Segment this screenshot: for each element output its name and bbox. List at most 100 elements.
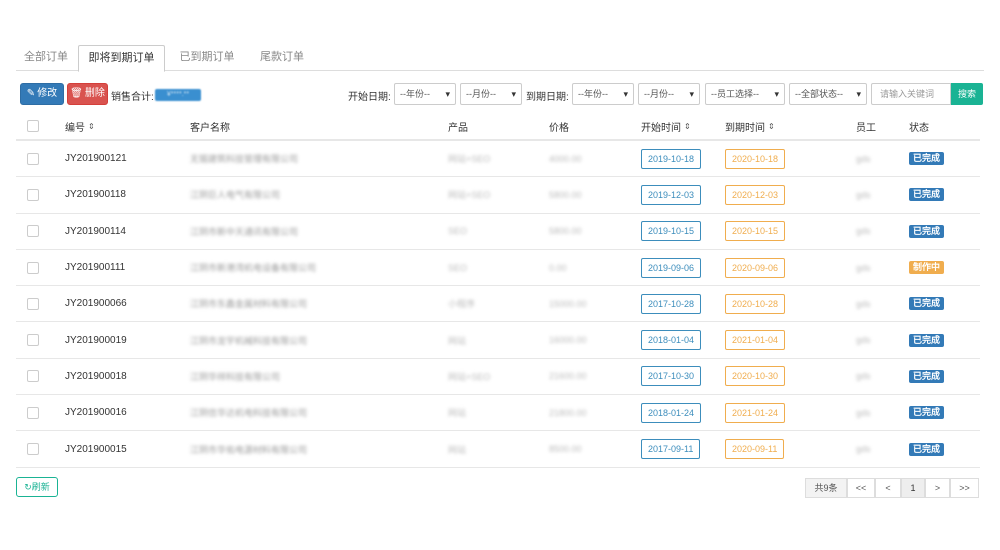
customer-name: 江阴巨人电气有限公司 — [190, 190, 281, 201]
row-checkbox[interactable] — [27, 395, 39, 430]
start-year-select[interactable]: --年份-- ▾ — [394, 83, 456, 105]
staff-name: gds — [856, 407, 871, 418]
row-checkbox[interactable] — [27, 359, 39, 394]
start-month-select[interactable]: --月份-- ▾ — [460, 83, 522, 105]
header-customer: 客户名称 — [190, 122, 230, 134]
status-cell: 已完成 — [909, 214, 945, 249]
pagination-prev[interactable]: < — [875, 478, 901, 498]
header-product: 产品 — [448, 122, 468, 134]
header-end-time[interactable]: 到期时间 ⇕ — [725, 113, 775, 139]
end-date-cell: 2020-10-30 — [725, 359, 786, 394]
tab-balance-orders[interactable]: 尾款订单 — [248, 45, 316, 71]
end-date-cell: 2020-10-18 — [725, 141, 786, 176]
end-date-tag: 2020-09-11 — [725, 439, 785, 460]
product-name: 小程序 — [448, 299, 476, 310]
start-date-cell: 2017-10-28 — [641, 286, 702, 321]
customer-name: 江阴信华达机电科技有限公司 — [190, 408, 308, 419]
status-select[interactable]: --全部状态-- ▾ — [789, 83, 867, 105]
status-badge: 已完成 — [909, 369, 945, 383]
chevron-down-icon: ▾ — [511, 89, 516, 99]
row-checkbox[interactable] — [27, 250, 39, 285]
product-name: 网站+SEO — [448, 190, 491, 201]
status-cell: 已完成 — [909, 359, 945, 394]
start-date-cell: 2018-01-24 — [641, 395, 702, 430]
price: 0.00 — [549, 262, 567, 273]
table-row[interactable]: JY201900121 无锡建筑科技管理有限公司 网站+SEO 4000.00 2019… — [16, 141, 980, 178]
pagination-last[interactable]: >> — [950, 478, 979, 498]
status-cell: 已完成 — [909, 395, 945, 430]
start-date-cell: 2019-12-03 — [641, 177, 702, 212]
table-body: JY201900121 无锡建筑科技管理有限公司网站+SEO 4000.00 2019… — [16, 141, 980, 468]
pagination-page[interactable]: 1 — [901, 478, 925, 498]
product-name: 网站 — [448, 408, 467, 419]
order-id: JY201900121 — [65, 153, 127, 165]
end-date-tag: 2020-09-06 — [725, 257, 786, 278]
start-date-cell: 2019-10-15 — [641, 214, 702, 249]
status-cell: 已完成 — [909, 141, 945, 176]
status-badge: 已完成 — [909, 188, 945, 202]
row-checkbox[interactable] — [27, 322, 39, 357]
status-badge: 已完成 — [909, 152, 945, 166]
start-date-tag: 2017-10-30 — [641, 366, 702, 387]
status-cell: 已完成 — [909, 286, 945, 321]
chevron-down-icon: ▾ — [445, 89, 450, 99]
sort-icon: ⇕ — [768, 121, 775, 131]
chevron-down-icon: ▾ — [689, 89, 694, 99]
table-row[interactable]: JY201900118 江阴巨人电气有限公司 网站+SEO 5800.00 2019-1… — [16, 177, 980, 214]
end-month-select[interactable]: --月份-- ▾ — [638, 83, 700, 105]
order-id: JY201900111 — [65, 262, 126, 274]
table-row[interactable]: JY201900019 江阴市龙宇机械科技有限公司 网站 16000.00 2018-0… — [16, 322, 980, 359]
order-id: JY201900118 — [65, 189, 126, 201]
product-name: 网站 — [448, 444, 467, 455]
table-row[interactable]: JY201900015 江阴市华佑电源材料有限公司 网站 8500.00 2017-09… — [16, 431, 980, 468]
price: 5800.00 — [549, 226, 582, 237]
delete-button[interactable]: 🗑 删除 — [67, 83, 108, 105]
table-row[interactable]: JY201900016 江阴信华达机电科技有限公司 网站 21800.00 2018-0… — [16, 395, 980, 432]
customer-name: 江阴市东鑫金属材料有限公司 — [190, 299, 308, 310]
table-row[interactable]: JY201900111 江阴市新港湾机电设备有限公司 SEO 0.00 2019-09-… — [16, 250, 980, 287]
header-id[interactable]: 编号 ⇕ — [65, 113, 95, 139]
start-date-tag: 2019-12-03 — [641, 184, 702, 205]
end-date-cell: 2020-09-11 — [725, 431, 785, 466]
row-checkbox[interactable] — [27, 286, 39, 321]
product-name: SEO — [448, 262, 468, 273]
edit-button[interactable]: ✎ 修改 — [20, 83, 64, 105]
tab-all-orders[interactable]: 全部订单 — [16, 45, 76, 71]
start-date-tag: 2017-10-28 — [641, 293, 702, 314]
staff-name: gds — [856, 371, 871, 382]
end-date-cell: 2021-01-24 — [725, 395, 786, 430]
price: 15000.00 — [549, 298, 587, 309]
status-cell: 已完成 — [909, 431, 945, 466]
row-checkbox[interactable] — [27, 431, 39, 466]
product-name: SEO — [448, 226, 468, 237]
pagination-first[interactable]: << — [847, 478, 875, 498]
search-input[interactable]: 请输入关键词 — [871, 83, 951, 105]
header-start-time[interactable]: 开始时间 ⇕ — [641, 113, 691, 139]
table-row[interactable]: JY201900018 江阴华祥科技有限公司 网站+SEO 21600.00 2017-… — [16, 359, 980, 396]
status-badge: 已完成 — [909, 406, 945, 420]
select-all-checkbox[interactable] — [27, 113, 39, 139]
end-date-cell: 2020-10-28 — [725, 286, 786, 321]
table-row[interactable]: JY201900114 江阴市新中天通讯有限公司 SEO 5800.00 2019-10… — [16, 214, 980, 250]
staff-name: gds — [856, 298, 871, 309]
pagination-next[interactable]: > — [925, 478, 950, 498]
staff-select[interactable]: --员工选择-- ▾ — [705, 83, 785, 105]
end-date-cell: 2020-12-03 — [725, 177, 786, 212]
price: 4000.00 — [549, 153, 582, 164]
row-checkbox[interactable] — [27, 177, 39, 212]
customer-name: 江阴市新中天通讯有限公司 — [190, 226, 299, 237]
table-row[interactable]: JY201900066 江阴市东鑫金属材料有限公司 小程序 15000.00 2017-… — [16, 286, 980, 323]
row-checkbox[interactable] — [27, 214, 39, 249]
customer-name: 无锡建筑科技管理有限公司 — [190, 154, 299, 165]
end-year-select[interactable]: --年份-- ▾ — [572, 83, 634, 105]
status-badge: 已完成 — [909, 442, 945, 456]
tab-expired-orders[interactable]: 已到期订单 — [168, 45, 246, 71]
row-checkbox[interactable] — [27, 141, 39, 176]
refresh-button[interactable]: ↻刷新 — [16, 477, 58, 497]
order-id: JY201900114 — [65, 225, 126, 237]
search-button[interactable]: 搜索 — [951, 83, 983, 105]
status-badge: 已完成 — [909, 297, 945, 311]
chevron-down-icon: ▾ — [623, 89, 628, 99]
tab-expiring-orders[interactable]: 即将到期订单 — [78, 45, 165, 72]
product-name: 网站+SEO — [448, 371, 491, 382]
